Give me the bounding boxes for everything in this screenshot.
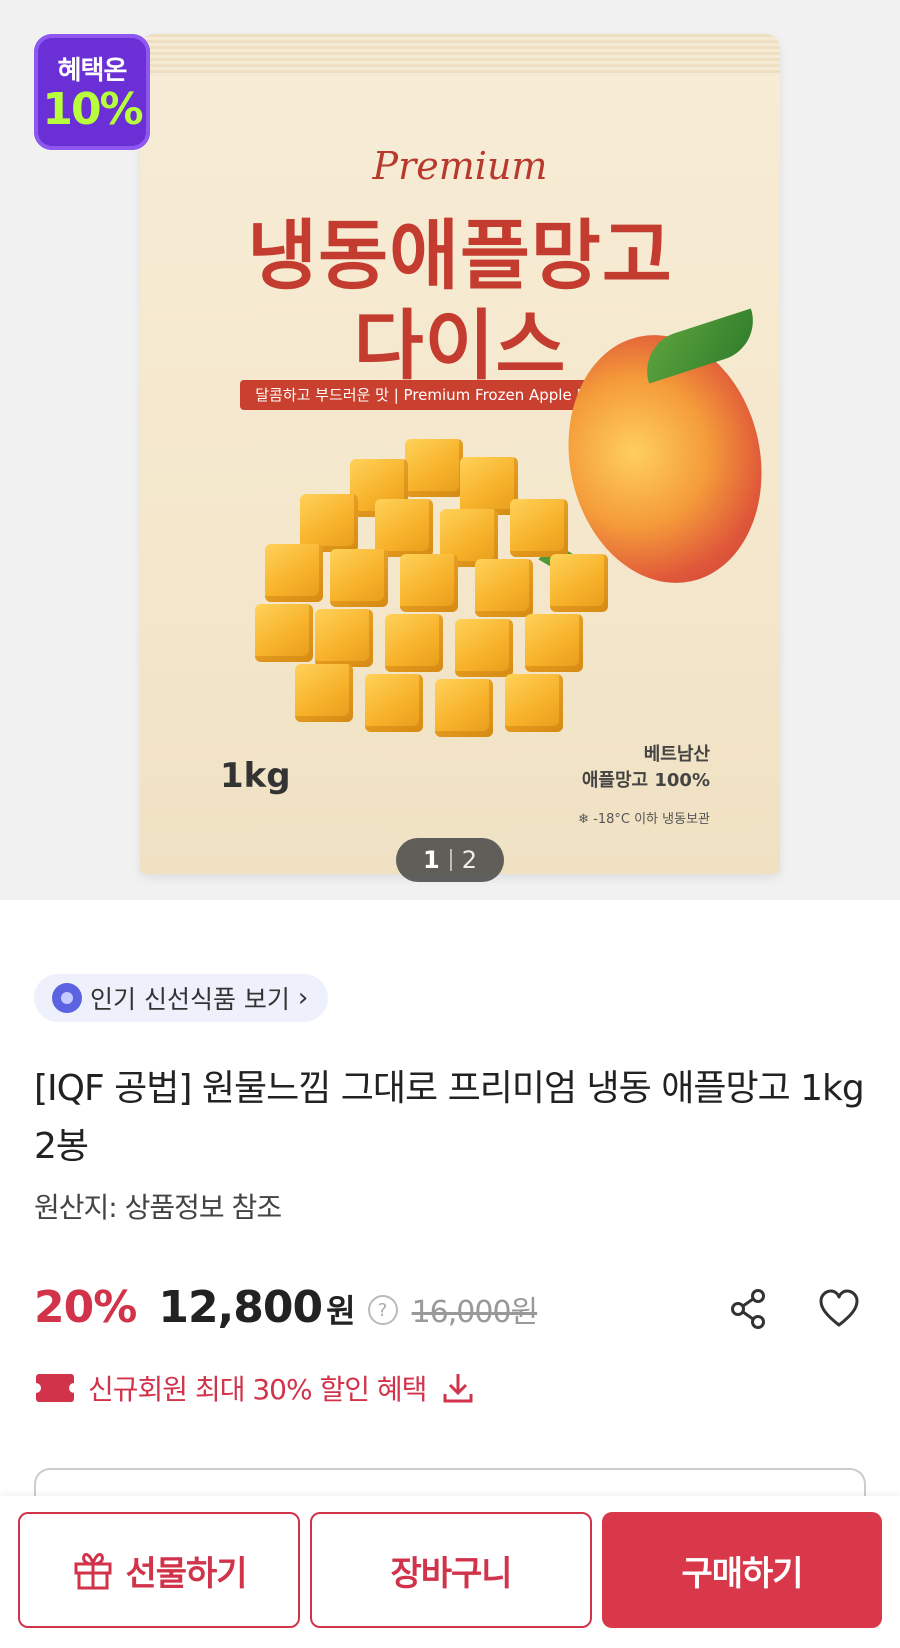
sale-price: 12,800 bbox=[158, 1282, 323, 1333]
chevron-right-icon: › bbox=[297, 983, 309, 1013]
product-title: [IQF 공법] 원물느낌 그대로 프리미엄 냉동 애플망고 1kg 2봉 bbox=[34, 1068, 865, 1167]
medal-icon bbox=[52, 983, 82, 1013]
cart-label: 장바구니 bbox=[390, 1553, 512, 1594]
price-row: 20% 12,800 원 ? 16,000원 bbox=[34, 1282, 539, 1338]
price-help-icon[interactable]: ? bbox=[367, 1295, 398, 1325]
product-image[interactable]: Premium 냉동애플망고 다이스 달콤하고 부드러운 맛 | Premium… bbox=[0, 0, 900, 900]
pager-current: 1 bbox=[423, 846, 440, 874]
pouch-weight: 1kg bbox=[220, 756, 291, 796]
popular-fresh-food-link[interactable]: 인기 신선식품 보기 › bbox=[34, 974, 329, 1022]
pouch-origin: 베트남산 애플망고 100% bbox=[582, 742, 710, 794]
buy-label: 구매하기 bbox=[681, 1553, 803, 1594]
add-to-cart-button[interactable]: 장바구니 bbox=[310, 1512, 592, 1628]
bottom-action-bar: 선물하기 장바구니 구매하기 bbox=[0, 1496, 900, 1648]
mango-cubes-illustration bbox=[255, 439, 625, 749]
pager-separator bbox=[449, 849, 452, 871]
product-pouch-image: Premium 냉동애플망고 다이스 달콤하고 부드러운 맛 | Premium… bbox=[140, 34, 784, 874]
discount-rate: 20% bbox=[34, 1282, 137, 1333]
heart-icon bbox=[819, 1289, 859, 1327]
product-origin: 원산지: 상품정보 참조 bbox=[34, 1191, 282, 1224]
new-member-coupon[interactable]: 신규회원 최대 30% 할인 혜택 bbox=[31, 1368, 476, 1408]
gift-label: 선물하기 bbox=[125, 1553, 247, 1594]
coupon-ticket-icon bbox=[31, 1374, 79, 1402]
wishlist-button[interactable] bbox=[816, 1286, 862, 1332]
benefit-badge: 혜택온 10% bbox=[34, 34, 150, 150]
pouch-origin-line2: 애플망고 100% bbox=[581, 770, 710, 791]
popular-link-label: 인기 신선식품 보기 bbox=[90, 985, 290, 1014]
image-pager[interactable]: 1 2 bbox=[396, 838, 504, 882]
original-price: 16,000원 bbox=[411, 1295, 539, 1330]
download-icon bbox=[443, 1374, 473, 1403]
share-icon bbox=[731, 1289, 765, 1329]
pouch-origin-line1: 베트남산 bbox=[643, 744, 710, 765]
gift-icon bbox=[74, 1552, 112, 1590]
badge-value: 10% bbox=[42, 84, 143, 135]
gift-button[interactable]: 선물하기 bbox=[18, 1512, 300, 1628]
pouch-seal bbox=[140, 34, 780, 76]
coupon-label: 신규회원 최대 30% 할인 혜택 bbox=[88, 1373, 427, 1406]
currency-unit: 원 bbox=[326, 1292, 356, 1330]
badge-label: 혜택온 bbox=[57, 56, 128, 86]
share-button[interactable] bbox=[726, 1286, 772, 1332]
buy-button[interactable]: 구매하기 bbox=[602, 1512, 882, 1628]
pouch-storage: ❄ -18°C 이하 냉동보관 bbox=[578, 812, 710, 827]
pouch-premium-text: Premium bbox=[372, 144, 548, 188]
pager-total: 2 bbox=[461, 846, 477, 874]
